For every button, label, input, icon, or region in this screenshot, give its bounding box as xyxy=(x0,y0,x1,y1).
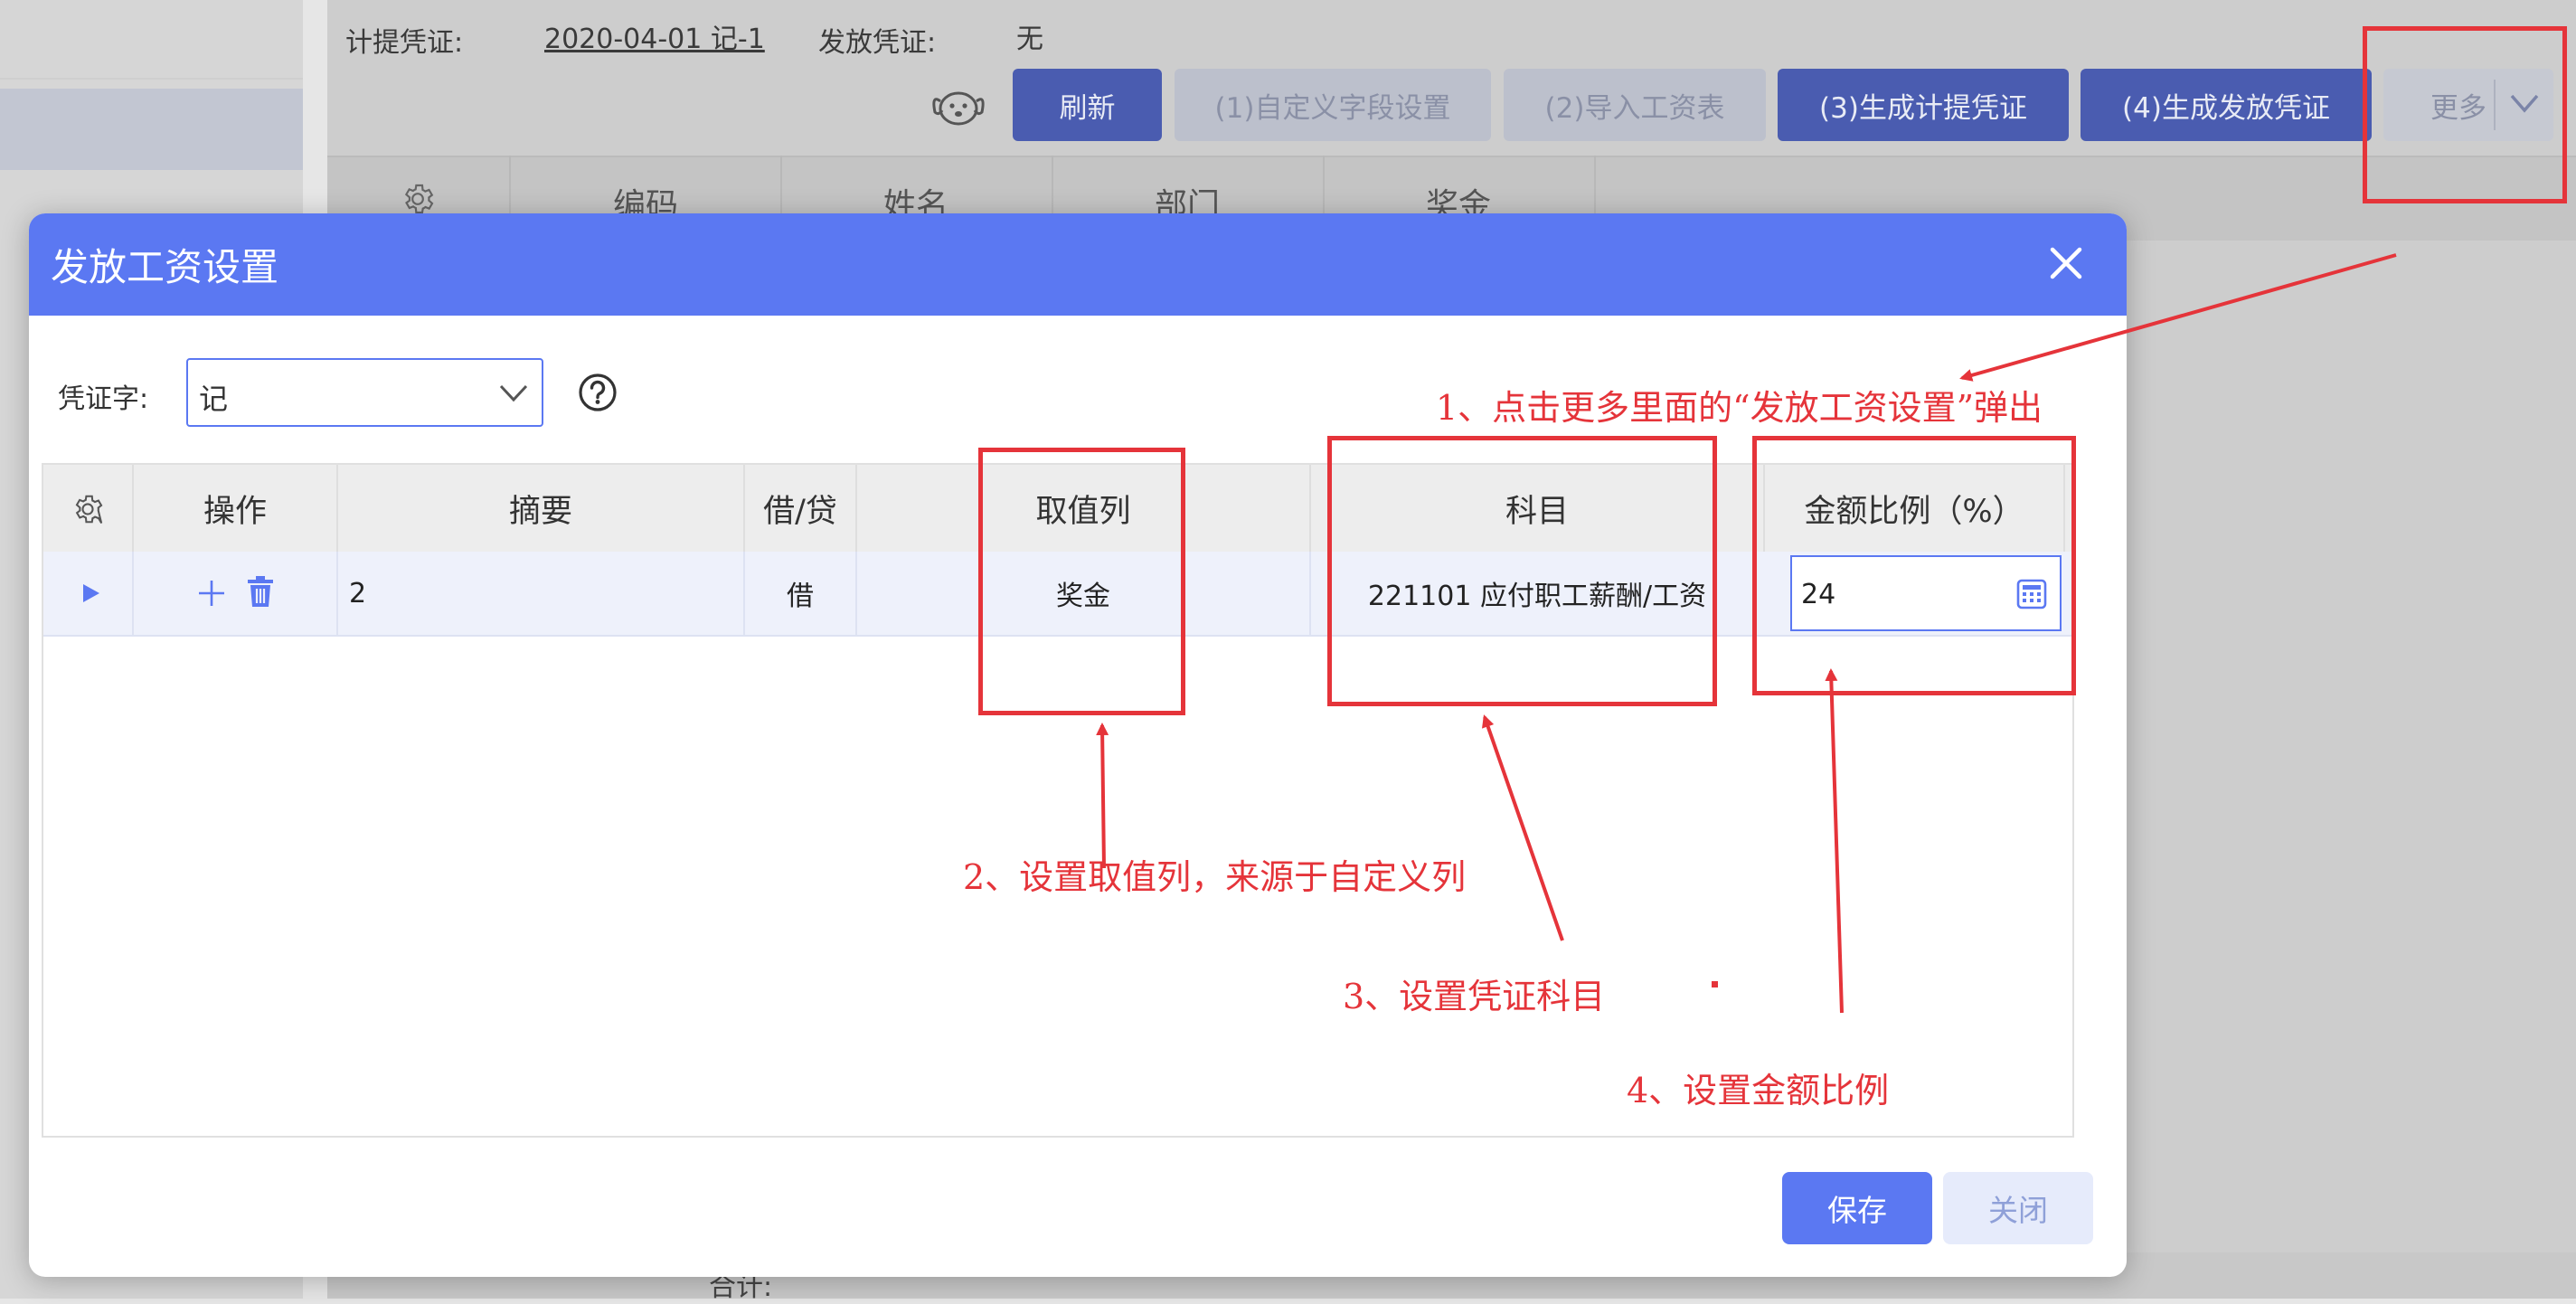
annotation-arrows xyxy=(1096,253,2397,1014)
arrow-step-2 xyxy=(1096,723,1109,869)
arrow-step-1 xyxy=(1959,253,2397,382)
arrow-step-4 xyxy=(1825,668,1844,1014)
arrow-step-3 xyxy=(1482,714,1564,941)
